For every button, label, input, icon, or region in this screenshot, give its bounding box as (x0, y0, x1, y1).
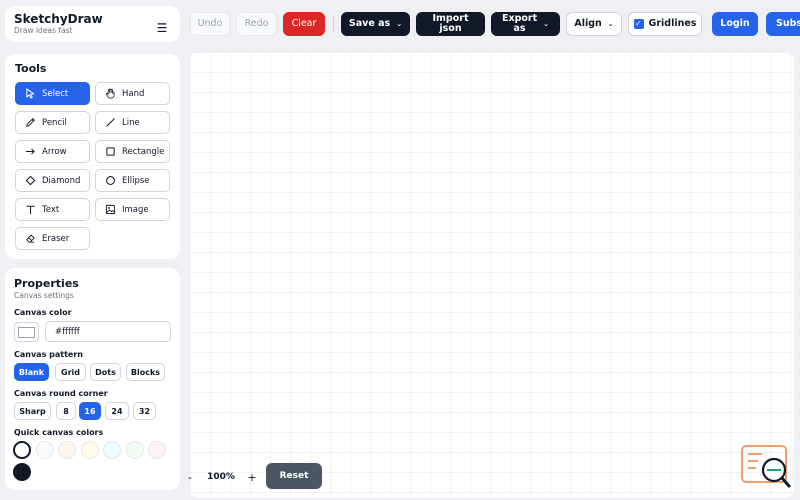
align-dropdown[interactable]: Align ⌄ (566, 12, 622, 36)
tool-label: Pencil (42, 117, 67, 128)
ellipse-icon (104, 175, 116, 187)
drawing-canvas[interactable] (190, 52, 794, 498)
tool-label: Rectangle (122, 146, 165, 157)
subscribe-button[interactable]: Subs (766, 12, 800, 36)
app-subtitle: Draw ideas fast (14, 26, 73, 35)
pattern-blocks[interactable]: Blocks (126, 363, 165, 381)
tool-text[interactable]: Text (15, 198, 90, 221)
zoom-level: 100% (207, 472, 235, 482)
hamburger-icon[interactable]: ☰ (152, 18, 172, 38)
cursor-icon (24, 88, 36, 100)
corner-8[interactable]: 8 (56, 402, 76, 420)
eraser-icon (24, 233, 36, 245)
tool-label: Line (122, 117, 140, 128)
zoom-in-button[interactable]: + (244, 471, 260, 484)
corner-24[interactable]: 24 (105, 402, 129, 420)
corner-16[interactable]: 16 (79, 402, 101, 420)
corner-sharp[interactable]: Sharp (14, 402, 51, 420)
line-icon (104, 117, 116, 129)
quick-color-swatch[interactable] (13, 441, 31, 459)
app-title: SketchyDraw (14, 12, 103, 26)
tool-eraser[interactable]: Eraser (15, 227, 90, 250)
tool-arrow[interactable]: Arrow (15, 140, 90, 163)
tool-ellipse[interactable]: Ellipse (95, 169, 170, 192)
pencil-icon (24, 117, 36, 129)
tool-label: Text (42, 204, 60, 215)
zoom-out-button[interactable]: - (182, 471, 198, 484)
properties-subtitle: Canvas settings (14, 291, 74, 300)
tool-label: Arrow (42, 146, 67, 157)
save-as-button[interactable]: Save as ⌄ (341, 12, 410, 36)
tool-rectangle[interactable]: Rectangle (95, 140, 170, 163)
canvas-pattern-label: Canvas pattern (14, 350, 83, 359)
rectangle-icon (104, 146, 116, 158)
redo-button[interactable]: Redo (236, 12, 277, 36)
corner-32[interactable]: 32 (133, 402, 156, 420)
import-label-line2: json (439, 23, 462, 34)
arrow-right-icon (24, 146, 36, 158)
tool-line[interactable]: Line (95, 111, 170, 134)
import-json-button[interactable]: Import json (416, 12, 485, 36)
color-preview (18, 326, 35, 338)
pattern-blank[interactable]: Blank (14, 363, 49, 381)
tool-label: Image (122, 204, 149, 215)
app-logo-icon (740, 444, 792, 490)
gridlines-label: Gridlines (648, 18, 697, 29)
image-icon (104, 204, 116, 216)
quick-canvas-colors-label: Quick canvas colors (14, 428, 104, 437)
properties-panel: Properties Canvas settings Canvas color … (5, 268, 180, 490)
tool-label: Hand (122, 88, 145, 99)
tool-pencil[interactable]: Pencil (15, 111, 90, 134)
gridlines-toggle[interactable]: ✓ Gridlines (628, 12, 702, 36)
zoom-controls: - 100% + (182, 466, 262, 488)
reset-button[interactable]: Reset (266, 463, 322, 489)
app-brand-card: SketchyDraw Draw ideas fast ☰ (5, 6, 180, 42)
undo-button[interactable]: Undo (190, 12, 230, 36)
canvas-color-hex-input[interactable] (45, 321, 171, 342)
pattern-grid[interactable]: Grid (55, 363, 86, 381)
hand-icon (104, 88, 116, 100)
tools-heading: Tools (15, 62, 47, 75)
tool-hand[interactable]: Hand (95, 82, 170, 105)
clear-button[interactable]: Clear (283, 12, 325, 36)
login-button[interactable]: Login (712, 12, 758, 36)
quick-color-swatch[interactable] (13, 463, 31, 481)
checkbox-checked-icon[interactable]: ✓ (633, 19, 644, 29)
canvas-round-corner-label: Canvas round corner (14, 389, 108, 398)
canvas-color-label: Canvas color (14, 308, 72, 317)
quick-color-swatch[interactable] (58, 441, 76, 459)
toolbar-divider (333, 15, 334, 33)
tools-panel: Tools Select Hand Pencil Line Arrow Rect… (5, 54, 180, 259)
text-icon (24, 204, 36, 216)
diamond-icon (24, 175, 36, 187)
save-as-label: Save as (348, 18, 391, 29)
export-as-button[interactable]: Export as ⌄ (491, 12, 560, 36)
chevron-down-icon: ⌄ (543, 20, 550, 28)
tool-label: Eraser (42, 233, 70, 244)
quick-color-swatch[interactable] (80, 441, 99, 459)
quick-color-swatch[interactable] (103, 441, 121, 459)
chevron-down-icon: ⌄ (396, 20, 403, 28)
export-label-line2: as (513, 23, 526, 34)
properties-title: Properties (14, 277, 79, 290)
tool-image[interactable]: Image (95, 198, 170, 221)
tool-label: Ellipse (122, 175, 150, 186)
canvas-color-swatch[interactable] (14, 322, 39, 342)
tool-diamond[interactable]: Diamond (15, 169, 90, 192)
tool-label: Select (42, 88, 69, 99)
tool-label: Diamond (42, 175, 81, 186)
chevron-down-icon: ⌄ (607, 20, 614, 28)
quick-color-swatch[interactable] (148, 441, 166, 459)
export-label: Export as (502, 14, 537, 34)
quick-color-swatch[interactable] (35, 441, 54, 459)
align-label: Align (574, 18, 602, 29)
quick-color-swatch[interactable] (125, 441, 144, 459)
tool-select[interactable]: Select (15, 82, 90, 105)
pattern-dots[interactable]: Dots (90, 363, 121, 381)
